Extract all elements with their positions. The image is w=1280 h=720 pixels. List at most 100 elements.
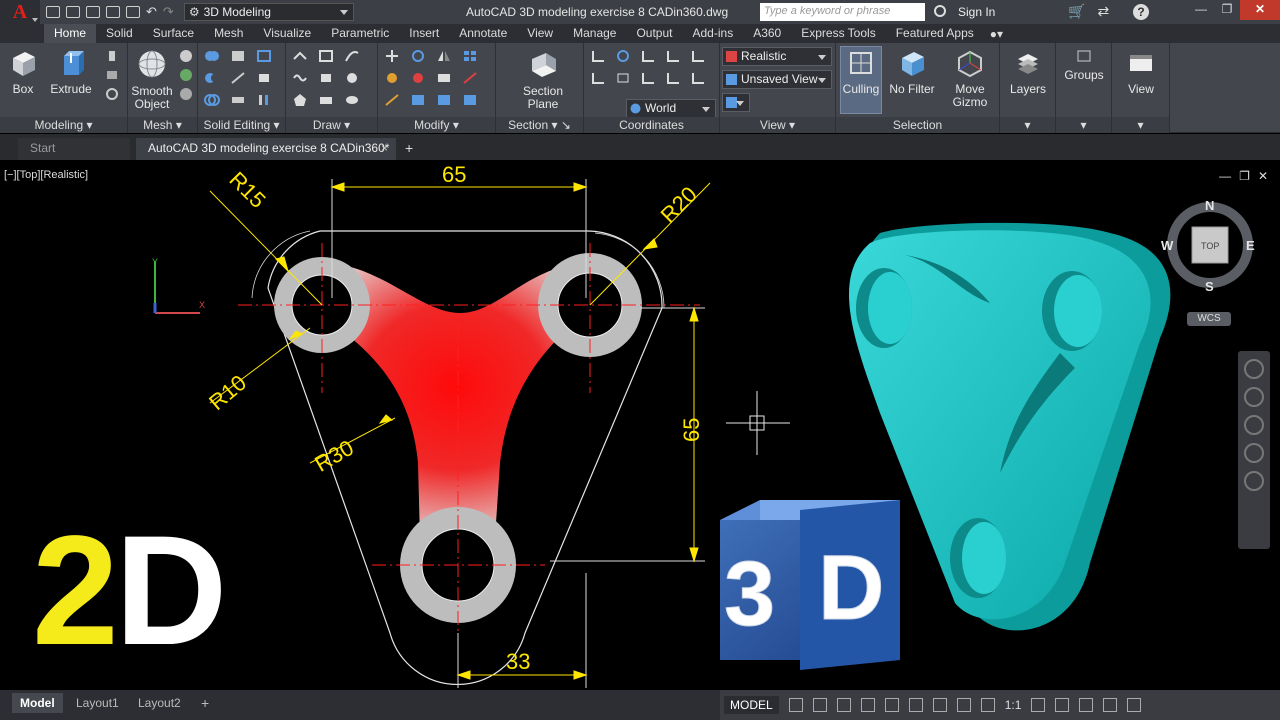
visual-style-dropdown[interactable]: Realistic	[722, 47, 832, 66]
viewcube[interactable]: TOP N S E W	[1161, 198, 1255, 294]
revolve-icon[interactable]	[104, 87, 120, 101]
ucs-world-icon[interactable]	[615, 49, 631, 63]
tab-express-tools[interactable]: Express Tools	[791, 24, 885, 43]
customization-menu-icon[interactable]	[1127, 698, 1142, 712]
doc-tab-start[interactable]: Start	[18, 138, 130, 160]
tab-featured-apps[interactable]: Featured Apps	[886, 24, 984, 43]
steering-wheel-icon[interactable]	[1244, 359, 1264, 379]
tab-output[interactable]: Output	[626, 24, 682, 43]
tab-annotate[interactable]: Annotate	[449, 24, 517, 43]
viewport-close-icon[interactable]: ✕	[1258, 169, 1268, 183]
ucs-z-icon[interactable]	[690, 49, 706, 63]
fillet-icon[interactable]	[410, 93, 426, 107]
line-icon[interactable]	[292, 49, 308, 63]
panel-label-modeling[interactable]: Modeling ▾	[0, 117, 127, 133]
selection-cycling-icon[interactable]	[932, 698, 947, 712]
workspace-dropdown[interactable]: ⚙ 3D Modeling	[183, 3, 354, 21]
extract-edges-icon[interactable]	[256, 49, 272, 63]
tab-parametric[interactable]: Parametric	[321, 24, 399, 43]
save-icon[interactable]	[86, 6, 100, 18]
groups-button[interactable]: Groups	[1060, 49, 1108, 82]
no-filter-button[interactable]: No Filter	[888, 49, 936, 96]
open-file-icon[interactable]	[66, 6, 80, 18]
viewport-config-dropdown[interactable]	[722, 93, 750, 112]
cart-icon[interactable]: 🛒	[1068, 3, 1085, 20]
scale-icon[interactable]	[436, 71, 452, 85]
save-as-icon[interactable]	[106, 6, 120, 18]
add-layout-button[interactable]: +	[193, 693, 217, 713]
drawing-viewport[interactable]: Y X R15 65 R20 R10 R30 65 33 3 D TOP N S…	[0, 163, 1280, 690]
panel-label-draw[interactable]: Draw ▾	[286, 117, 377, 133]
ucs-view-icon[interactable]	[665, 71, 681, 85]
circle-icon[interactable]	[344, 71, 360, 85]
ucs-face-icon[interactable]	[615, 71, 631, 85]
smooth-object-button[interactable]: Smooth Object	[130, 49, 174, 111]
arc-icon[interactable]	[344, 49, 360, 63]
move-gizmo-button[interactable]: Move Gizmo	[946, 49, 994, 109]
restore-button[interactable]: ❐	[1214, 0, 1240, 20]
intersect-icon[interactable]	[204, 93, 220, 107]
tab-solid[interactable]: Solid	[96, 24, 143, 43]
clean-screen-icon[interactable]	[1103, 698, 1118, 712]
align-icon[interactable]	[410, 71, 426, 85]
exchange-icon[interactable]: ⇄	[1097, 3, 1109, 20]
tab-layout2[interactable]: Layout2	[130, 693, 189, 713]
rotate-icon[interactable]	[410, 49, 426, 63]
interfere-icon[interactable]	[230, 71, 246, 85]
erase-icon[interactable]	[462, 93, 478, 107]
panel-label-layers-arrow[interactable]: ▾	[1000, 117, 1055, 133]
pan-icon[interactable]	[1244, 387, 1264, 407]
subtract-icon[interactable]	[204, 71, 220, 85]
panel-label-mesh[interactable]: Mesh ▾	[128, 117, 197, 133]
tab-mesh[interactable]: Mesh	[204, 24, 253, 43]
tab-insert[interactable]: Insert	[399, 24, 449, 43]
close-button[interactable]: ✕	[1240, 0, 1280, 20]
annotation-scale[interactable]: 1:1	[1005, 698, 1022, 712]
polar-icon[interactable]	[860, 698, 875, 712]
section-plane-button[interactable]: Section Plane	[516, 49, 570, 111]
view-button[interactable]: View	[1118, 49, 1164, 96]
viewport-minimize-icon[interactable]: —	[1219, 169, 1231, 183]
stretch-icon[interactable]	[384, 71, 400, 85]
camera-icon[interactable]: ●▾	[990, 27, 1003, 41]
ucs-dropdown[interactable]: World	[626, 99, 716, 118]
box-button[interactable]: Box	[6, 49, 40, 96]
snap-icon[interactable]	[812, 698, 827, 712]
tab-layout1[interactable]: Layout1	[68, 693, 127, 713]
tab-home[interactable]: Home	[44, 24, 97, 43]
search-input[interactable]: Type a keyword or phrase	[760, 3, 925, 21]
tab-visualize[interactable]: Visualize	[253, 24, 321, 43]
plot-icon[interactable]	[126, 6, 140, 18]
layers-button[interactable]: Layers	[1006, 49, 1050, 96]
application-menu-button[interactable]: A	[0, 0, 40, 24]
panel-label-modify[interactable]: Modify ▾	[378, 117, 495, 133]
mesh-refine-icon[interactable]	[178, 87, 194, 101]
presspull-icon[interactable]	[104, 68, 120, 82]
helix-icon[interactable]	[318, 71, 334, 85]
panel-label-solid-editing[interactable]: Solid Editing ▾	[198, 117, 285, 133]
array-icon[interactable]	[462, 49, 478, 63]
mesh-smooth-less-icon[interactable]	[178, 68, 194, 82]
isodraft-icon[interactable]	[884, 698, 899, 712]
zoom-icon[interactable]	[1244, 415, 1264, 435]
workspace-switch-gear-icon[interactable]	[1031, 698, 1046, 712]
spline-icon[interactable]	[292, 71, 308, 85]
grid-icon[interactable]	[788, 698, 803, 712]
hardware-acceleration-icon[interactable]	[1079, 698, 1094, 712]
rectangle-icon[interactable]	[318, 93, 334, 107]
move-icon[interactable]	[384, 49, 400, 63]
panel-label-section[interactable]: Section ▾ ↘	[496, 117, 583, 133]
new-tab-button[interactable]: +	[400, 138, 420, 160]
search-icon[interactable]	[934, 5, 946, 17]
sign-in-button[interactable]: Sign In	[958, 5, 995, 19]
ucs-y-icon[interactable]	[665, 49, 681, 63]
isolate-objects-icon[interactable]	[1055, 698, 1070, 712]
ucs-origin-icon[interactable]	[590, 71, 606, 85]
showmotion-icon[interactable]	[1244, 471, 1264, 491]
close-icon[interactable]: ×	[381, 138, 388, 158]
polygon-icon[interactable]	[292, 93, 308, 107]
ortho-icon[interactable]	[836, 698, 851, 712]
tab-surface[interactable]: Surface	[143, 24, 204, 43]
tab-view[interactable]: View	[517, 24, 563, 43]
extrude-button[interactable]: Extrude	[50, 49, 92, 96]
